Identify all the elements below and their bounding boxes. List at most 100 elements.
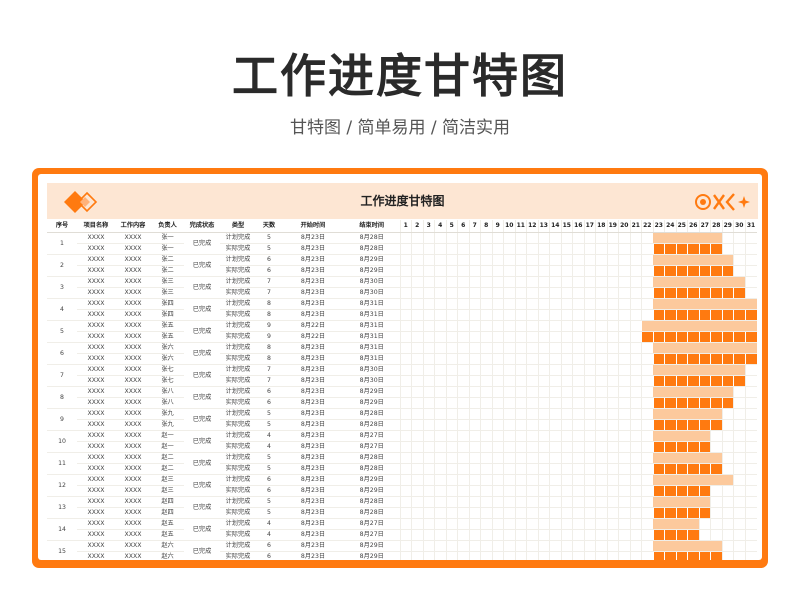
cell-owner: 张七: [151, 364, 184, 376]
gantt-bar-cell: [710, 419, 722, 431]
gantt-cell: [572, 232, 584, 244]
gantt-bar-cell: [664, 518, 676, 530]
cell-type: 计划完成: [220, 496, 256, 508]
table-row: XXXX XXXX 张五 实际完成 9 8月22日 8月31日: [47, 331, 757, 343]
cell-owner: 赵四: [151, 507, 184, 519]
gantt-cell: [503, 309, 515, 321]
gantt-cell: [572, 287, 584, 299]
gantt-cell: [422, 507, 435, 519]
cell-project: XXXX: [77, 463, 115, 475]
gantt-cell: [491, 485, 504, 497]
gantt-bar-cell: [676, 254, 688, 266]
gantt-cell: [457, 496, 469, 508]
gantt-cell: [434, 276, 446, 288]
gantt-cell: [468, 452, 481, 464]
gantt-bar-cell: [641, 320, 653, 332]
gantt-bar-cell: [652, 243, 665, 255]
gantt-cell: [583, 309, 596, 321]
gantt-cell: [422, 243, 435, 255]
cell-project: XXXX: [77, 276, 115, 288]
gantt-cell: [618, 529, 630, 541]
day-header: 26: [687, 220, 699, 233]
gantt-cell: [572, 265, 584, 277]
gantt-bar-cell: [687, 287, 699, 299]
gantt-bar-cell: [733, 353, 745, 365]
cell-project: XXXX: [77, 287, 115, 299]
gantt-cell: [595, 441, 607, 453]
gantt-cell: [434, 386, 446, 398]
gantt-bar-cell: [676, 430, 688, 442]
gantt-bar-cell: [687, 353, 699, 365]
gantt-cell: [491, 540, 504, 552]
cell-owner: 张二: [151, 265, 184, 277]
gantt-cell: [618, 441, 630, 453]
gantt-cell: [629, 496, 642, 508]
gantt-table: 序号 项目名称 工作内容 负责人 完成状态 类型 天数 开始时间 结束时间 1 2 3 4 5 6 7 8 9 10…: [47, 220, 757, 560]
gantt-cell: [629, 463, 642, 475]
gantt-bar-cell: [698, 243, 711, 255]
gantt-cell: [411, 276, 423, 288]
gantt-bar-cell: [687, 386, 699, 398]
table-row: 11 XXXX XXXX 赵二 已完成 计划完成 5 8月23日 8月28日: [47, 452, 757, 475]
cell-start: 8月23日: [282, 419, 344, 431]
gantt-cell: [468, 485, 481, 497]
cell-type: 实际完成: [220, 529, 256, 541]
table-row: XXXX XXXX 张八 实际完成 6 8月23日 8月29日: [47, 397, 757, 409]
gantt-bar-cell: [744, 331, 757, 343]
gantt-cell: [526, 386, 538, 398]
cell-no: 14: [47, 518, 77, 541]
table-row: XXXX XXXX 张六 实际完成 8 8月23日 8月31日: [47, 353, 757, 365]
gantt-cell: [411, 408, 423, 420]
cell-owner: 赵六: [151, 551, 184, 560]
cell-start: 8月23日: [282, 408, 344, 420]
gantt-bar-cell: [687, 331, 699, 343]
gantt-cell: [560, 364, 573, 376]
gantt-cell: [411, 463, 423, 475]
gantt-cell: [744, 474, 757, 486]
cell-no: 15: [47, 540, 77, 560]
gantt-cell: [526, 353, 538, 365]
gantt-cell: [606, 430, 619, 442]
cell-content: XXXX: [115, 342, 151, 354]
gantt-bar-cell: [652, 331, 665, 343]
gantt-cell: [491, 364, 504, 376]
gantt-bar-cell: [664, 474, 676, 486]
gantt-cell: [560, 419, 573, 431]
gantt-cell: [744, 452, 757, 464]
gantt-cell: [434, 298, 446, 310]
gantt-cell: [537, 243, 550, 255]
gantt-cell: [457, 551, 469, 560]
gantt-cell: [514, 320, 527, 332]
gantt-cell: [434, 551, 446, 560]
table-row: 15 XXXX XXXX 赵六 已完成 计划完成 6 8月23日 8月29日: [47, 540, 757, 560]
gantt-bar-cell: [710, 265, 722, 277]
gantt-cell: [560, 496, 573, 508]
gantt-cell: [411, 331, 423, 343]
column-header: 天数: [256, 220, 282, 233]
gantt-cell: [480, 386, 492, 398]
gantt-bar-cell: [664, 386, 676, 398]
gantt-cell: [733, 419, 745, 431]
day-header: 27: [698, 220, 711, 233]
gantt-cell: [503, 518, 515, 530]
gantt-cell: [491, 551, 504, 560]
cell-owner: 张一: [151, 243, 184, 255]
cell-end: 8月28日: [344, 507, 400, 519]
gantt-cell: [560, 441, 573, 453]
gantt-cell: [560, 353, 573, 365]
gantt-cell: [629, 397, 642, 409]
gantt-cell: [399, 309, 412, 321]
gantt-cell: [549, 276, 561, 288]
gantt-bar-cell: [652, 419, 665, 431]
gantt-cell: [641, 232, 653, 244]
gantt-bar-cell: [664, 298, 676, 310]
gantt-cell: [595, 452, 607, 464]
gantt-cell: [468, 342, 481, 354]
gantt-cell: [445, 331, 458, 343]
gantt-cell: [641, 474, 653, 486]
gantt-cell: [629, 518, 642, 530]
cell-start: 8月23日: [282, 540, 344, 552]
gantt-cell: [560, 529, 573, 541]
gantt-cell: [422, 364, 435, 376]
cell-owner: 赵一: [151, 441, 184, 453]
